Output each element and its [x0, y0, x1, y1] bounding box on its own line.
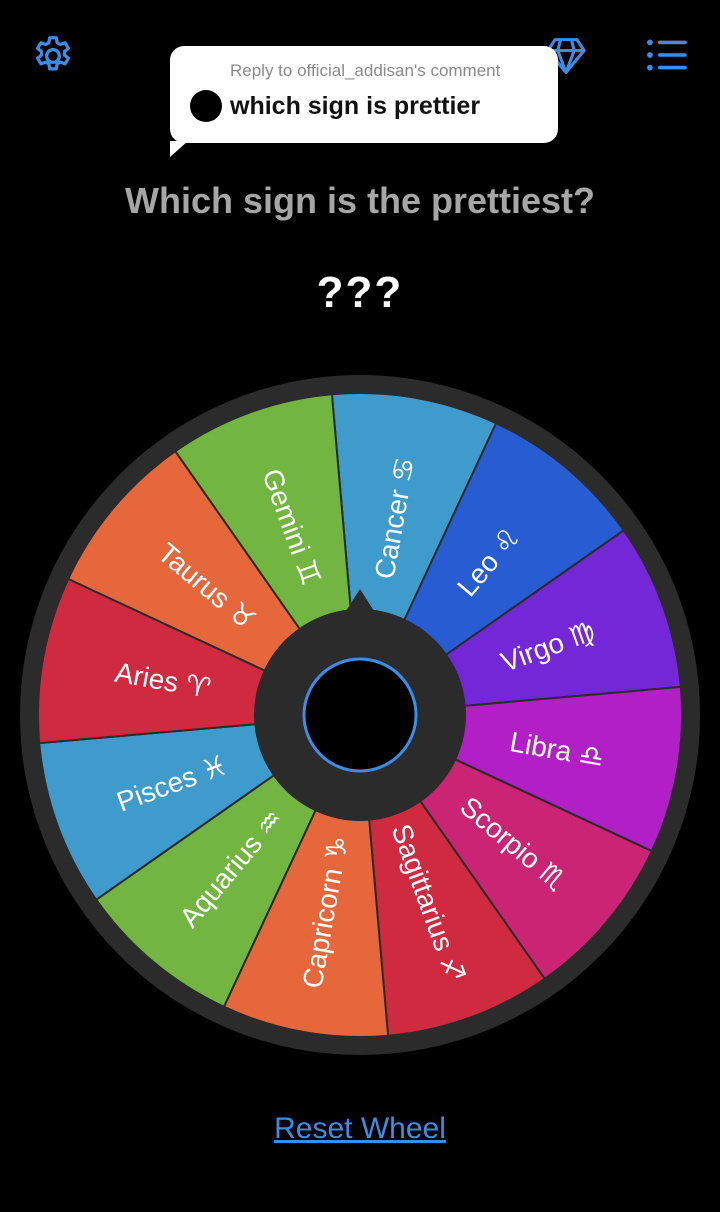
spin-button[interactable]: [302, 657, 418, 773]
wheel-question: Which sign is the prettiest?: [124, 180, 596, 221]
list-icon[interactable]: [645, 37, 689, 73]
reply-label: Reply to official_addisan's comment: [230, 61, 501, 80]
bubble-tail: [170, 141, 188, 157]
wheel-result: ???: [316, 268, 404, 317]
reset-wheel-link[interactable]: Reset Wheel: [0, 1112, 720, 1146]
comment-text: which sign is prettier: [230, 92, 481, 120]
reply-comment-bubble[interactable]: Reply to official_addisan's comment whic…: [170, 46, 558, 157]
spin-wheel[interactable]: Cancer ♋ Leo ♌Virgo ♍Libra ♎Scorpio ♏Sagi…: [20, 375, 700, 1055]
gear-icon[interactable]: [30, 33, 76, 79]
commenter-avatar: [190, 90, 222, 122]
